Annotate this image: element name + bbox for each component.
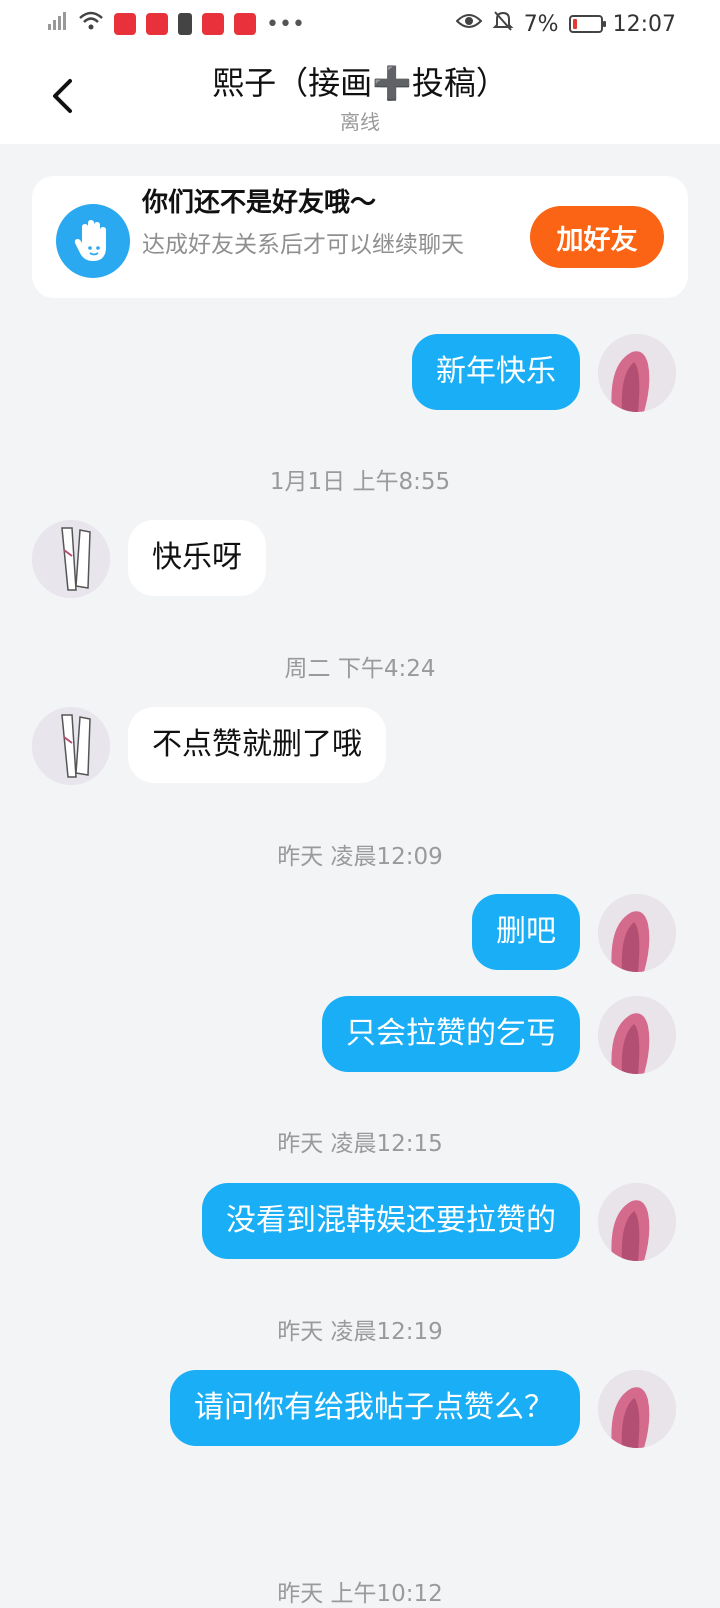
app-notification-icon — [146, 13, 168, 35]
chat-header: 熙子（接画➕投稿） 离线 — [0, 48, 720, 144]
timestamp: 昨天 凌晨12:15 — [277, 1131, 443, 1157]
message-bubble-outgoing[interactable]: 删吧 — [472, 894, 580, 970]
shopping-app-icon — [202, 13, 224, 35]
timestamp: 昨天 凌晨12:09 — [277, 844, 443, 870]
my-avatar[interactable] — [598, 1183, 676, 1261]
chat-title: 熙子（接画➕投稿） — [212, 64, 508, 102]
message-bubble-incoming[interactable]: 快乐呀 — [128, 520, 266, 596]
app-notification-icon — [114, 13, 136, 35]
eye-icon — [455, 11, 483, 37]
app-notification-icon — [234, 13, 256, 35]
status-bar: ••• 7% 12:07 — [0, 0, 720, 48]
status-right-icons: 7% 12:07 — [455, 10, 676, 38]
alert-icon — [178, 13, 192, 35]
timestamp: 昨天 凌晨12:19 — [277, 1319, 443, 1345]
hand-wave-icon — [56, 204, 130, 278]
add-friend-button[interactable]: 加好友 — [530, 206, 664, 268]
mute-bell-icon — [492, 10, 514, 38]
wifi-icon — [78, 10, 104, 38]
online-status: 离线 — [340, 110, 380, 134]
signal-icon — [46, 10, 68, 38]
more-notifications-icon: ••• — [266, 11, 305, 37]
timestamp: 昨天 上午10:12 — [277, 1581, 443, 1607]
battery-icon — [568, 15, 606, 33]
timestamp: 1月1日 上午8:55 — [269, 469, 451, 495]
message-bubble-outgoing[interactable]: 新年快乐 — [412, 334, 580, 410]
contact-avatar[interactable] — [32, 707, 110, 785]
message-bubble-incoming[interactable]: 不点赞就删了哦 — [128, 707, 386, 783]
my-avatar[interactable] — [598, 996, 676, 1074]
my-avatar[interactable] — [598, 1370, 676, 1448]
friend-notice-title: 你们还不是好友哦～ — [142, 188, 377, 218]
message-bubble-outgoing[interactable]: 请问你有给我帖子点赞么？ — [170, 1370, 580, 1446]
status-left-icons: ••• — [46, 10, 305, 38]
my-avatar[interactable] — [598, 334, 676, 412]
friend-notice-description: 达成好友关系后才可以继续聊天 — [142, 232, 464, 258]
clock: 12:07 — [612, 11, 676, 37]
friend-request-card: 你们还不是好友哦～ 达成好友关系后才可以继续聊天 加好友 — [32, 176, 688, 298]
message-bubble-outgoing[interactable]: 只会拉赞的乞丐 — [322, 996, 580, 1072]
my-avatar[interactable] — [598, 894, 676, 972]
contact-avatar[interactable] — [32, 520, 110, 598]
message-bubble-outgoing[interactable]: 没看到混韩娱还要拉赞的 — [202, 1183, 580, 1259]
timestamp: 周二 下午4:24 — [284, 656, 436, 682]
battery-percent: 7% — [523, 11, 559, 37]
